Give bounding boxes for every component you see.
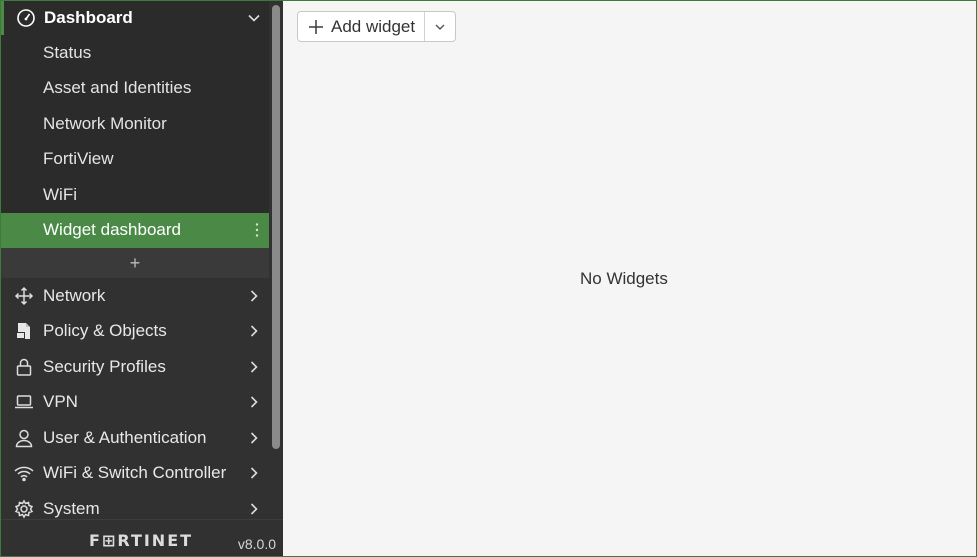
sidebar-scrollbar[interactable] <box>269 1 283 519</box>
add-widget-button[interactable]: Add widget <box>298 12 426 41</box>
sidebar-item-label: Network Monitor <box>43 113 167 133</box>
speedometer-icon <box>16 8 36 28</box>
sidebar-footer: F⊞RTINET v8.0.0 <box>1 519 283 556</box>
wifi-icon <box>13 463 35 483</box>
sidebar-item-wifi-switch-controller[interactable]: WiFi & Switch Controller <box>1 456 269 492</box>
version-label: v8.0.0 <box>237 536 276 552</box>
chevron-right-icon <box>247 324 261 338</box>
sidebar-item-network[interactable]: Network <box>1 278 269 314</box>
laptop-icon <box>13 392 35 412</box>
sidebar-item-status[interactable]: Status <box>1 35 269 71</box>
empty-state-message: No Widgets <box>580 269 668 288</box>
sidebar-item-label: WiFi <box>43 184 77 204</box>
gear-icon <box>13 499 35 519</box>
add-widget-label: Add widget <box>331 16 416 36</box>
sidebar-item-widget-dashboard[interactable]: Widget dashboard <box>1 212 269 248</box>
add-widget-control: Add widget <box>297 11 457 42</box>
plus-icon: + <box>129 252 141 273</box>
sidebar: Dashboard Status Asset and Identities Ne… <box>1 1 283 556</box>
add-dashboard-button[interactable]: + <box>1 248 269 278</box>
sidebar-item-label: Policy & Objects <box>43 321 167 341</box>
sidebar-section-dashboard[interactable]: Dashboard <box>1 1 269 35</box>
chevron-right-icon <box>247 466 261 480</box>
sidebar-item-vpn[interactable]: VPN <box>1 385 269 421</box>
scrollbar-thumb[interactable] <box>272 5 280 449</box>
main-content: Add widget No Widgets <box>283 1 976 556</box>
sidebar-item-fortiview[interactable]: FortiView <box>1 141 269 177</box>
sidebar-item-label: System <box>43 498 100 518</box>
add-widget-dropdown-button[interactable] <box>425 12 455 41</box>
chevron-right-icon <box>247 502 261 516</box>
app-window: Dashboard Status Asset and Identities Ne… <box>0 0 977 557</box>
sidebar-item-label: WiFi & Switch Controller <box>43 463 227 483</box>
chevron-down-icon <box>434 21 446 33</box>
chevron-right-icon <box>247 289 261 303</box>
move-arrows-icon <box>13 286 35 306</box>
chevron-right-icon <box>247 395 261 409</box>
sidebar-item-network-monitor[interactable]: Network Monitor <box>1 106 269 142</box>
plus-icon <box>308 19 324 35</box>
sidebar-item-label: Status <box>43 42 92 62</box>
chevron-right-icon <box>247 431 261 445</box>
sidebar-item-policy-objects[interactable]: Policy & Objects <box>1 314 269 350</box>
sidebar-item-label: Widget dashboard <box>43 220 181 240</box>
sidebar-item-wifi[interactable]: WiFi <box>1 177 269 213</box>
sidebar-item-label: FortiView <box>43 149 114 169</box>
chevron-right-icon <box>247 360 261 374</box>
sidebar-section-label: Dashboard <box>44 8 133 27</box>
user-icon <box>13 428 35 448</box>
sidebar-item-label: Security Profiles <box>43 356 166 376</box>
sidebar-item-label: VPN <box>43 392 78 412</box>
sidebar-item-user-authentication[interactable]: User & Authentication <box>1 420 269 456</box>
sidebar-nav[interactable]: Dashboard Status Asset and Identities Ne… <box>1 1 283 519</box>
lock-icon <box>13 357 35 377</box>
fortinet-logo: F⊞RTINET <box>89 531 194 550</box>
sidebar-item-label: Asset and Identities <box>43 78 192 98</box>
kebab-menu-icon[interactable] <box>255 222 259 238</box>
sidebar-item-security-profiles[interactable]: Security Profiles <box>1 349 269 385</box>
sidebar-item-asset-identities[interactable]: Asset and Identities <box>1 70 269 106</box>
document-icon <box>13 321 35 341</box>
sidebar-item-system[interactable]: System <box>1 491 269 519</box>
chevron-down-icon[interactable] <box>247 11 261 25</box>
sidebar-item-label: User & Authentication <box>43 427 207 447</box>
sidebar-item-label: Network <box>43 285 106 305</box>
